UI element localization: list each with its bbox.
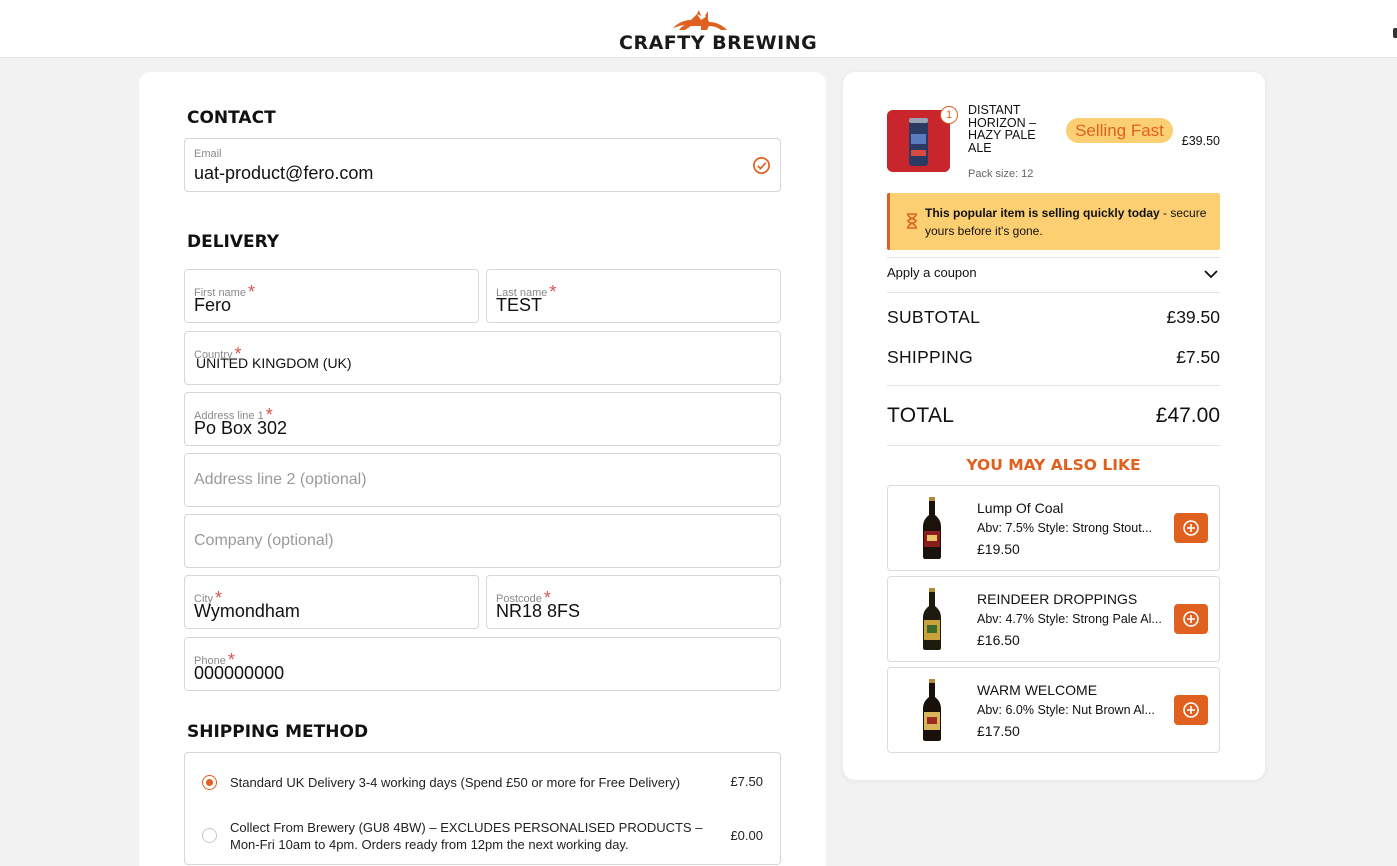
shipping-options: Standard UK Delivery 3-4 working days (S… [184, 752, 781, 865]
coupon-label: Apply a coupon [887, 265, 977, 280]
company-placeholder: Company (optional) [194, 532, 334, 549]
cart-item-pack-size: Pack size: 12 [968, 168, 1034, 180]
summary-divider [887, 385, 1220, 386]
address-line1-value: Po Box 302 [194, 418, 288, 438]
email-label: Email [194, 148, 222, 160]
email-value: uat-product@fero.com [194, 163, 374, 183]
recommendations-title: YOU MAY ALSO LIKE [966, 456, 1141, 474]
recommendation-description: Abv: 6.0% Style: Nut Brown Al... [977, 703, 1155, 717]
required-mark: * [549, 282, 557, 302]
apply-coupon-toggle[interactable]: Apply a coupon [887, 257, 1220, 293]
total-value: £47.00 [1155, 404, 1220, 427]
recommendation-price: £17.50 [977, 723, 1020, 739]
add-to-cart-button[interactable] [1174, 695, 1208, 725]
total-label: TOTAL [887, 404, 955, 427]
country-select[interactable]: Country * UNITED KINGDOM (UK) [184, 331, 781, 385]
address-line2-placeholder: Address line 2 (optional) [194, 471, 367, 488]
phone-value: 000000000 [194, 663, 285, 683]
checkout-form-card: CONTACT Email uat-product@fero.com DELIV… [139, 72, 826, 866]
last-name-field[interactable]: Last name * TEST [486, 269, 781, 323]
shipping-option-collect-label[interactable]: Collect From Brewery (GU8 4BW) – EXCLUDE… [230, 819, 725, 853]
shipping-option-standard-label[interactable]: Standard UK Delivery 3-4 working days (S… [230, 774, 700, 791]
required-mark: * [247, 282, 255, 302]
subtotal-label: SUBTOTAL [887, 307, 981, 327]
shipping-option-collect-radio[interactable] [202, 828, 217, 843]
address-line2-field[interactable]: Address line 2 (optional) [184, 453, 781, 507]
plus-circle-icon [1183, 702, 1199, 718]
company-field[interactable]: Company (optional) [184, 514, 781, 568]
recommendation-name[interactable]: Lump Of Coal [977, 500, 1063, 516]
postcode-value: NR18 8FS [496, 601, 581, 621]
hourglass-icon [907, 213, 917, 229]
beer-bottle-icon [923, 588, 941, 650]
beer-bottle-icon [923, 679, 941, 741]
first-name-field[interactable]: First name * Fero [184, 269, 479, 323]
order-summary-card: 1 DISTANT HORIZON – HAZY PALE ALE Pack s… [843, 72, 1265, 780]
last-name-value: TEST [496, 295, 543, 315]
shipping-value: £7.50 [1176, 347, 1220, 367]
country-value: UNITED KINGDOM (UK) [196, 355, 352, 371]
recommendation-price: £16.50 [977, 632, 1020, 648]
alert-bold-text: This popular item is selling quickly tod… [925, 206, 1160, 220]
recommendation-name[interactable]: REINDEER DROPPINGS [977, 591, 1137, 607]
contact-title: CONTACT [187, 108, 276, 128]
plus-circle-icon [1183, 611, 1199, 627]
recommendation-item[interactable]: REINDEER DROPPINGS Abv: 4.7% Style: Stro… [887, 576, 1220, 662]
beer-bottle-icon [923, 497, 941, 559]
shipping-method-title: SHIPPING METHOD [187, 722, 369, 742]
postcode-field[interactable]: Postcode * NR18 8FS [486, 575, 781, 629]
recommendation-item[interactable]: Lump Of Coal Abv: 7.5% Style: Strong Sto… [887, 485, 1220, 571]
shipping-label: SHIPPING [887, 347, 974, 367]
quantity-badge: 1 [940, 106, 958, 124]
first-name-value: Fero [194, 295, 232, 315]
cart-item-price: £39.50 [1181, 134, 1220, 148]
city-value: Wymondham [194, 601, 300, 621]
email-field[interactable]: Email uat-product@fero.com [184, 138, 781, 192]
brand-name: CRAFTY BREWING [619, 32, 818, 54]
brand-logo[interactable]: CRAFTY BREWING [619, 8, 817, 54]
shipping-option-standard-price: £7.50 [730, 774, 763, 789]
fox-icon [673, 10, 727, 30]
add-to-cart-button[interactable] [1174, 513, 1208, 543]
alert-text: This popular item is selling quickly tod… [925, 204, 1215, 240]
address-line1-field[interactable]: Address line 1 * Po Box 302 [184, 392, 781, 446]
summary-divider [887, 445, 1220, 446]
shipping-option-collect-price: £0.00 [730, 828, 763, 843]
phone-field[interactable]: Phone * 000000000 [184, 637, 781, 691]
selling-quickly-alert: This popular item is selling quickly tod… [887, 193, 1220, 250]
recommendation-name[interactable]: WARM WELCOME [977, 682, 1097, 698]
scroll-edge-indicator [1393, 28, 1397, 38]
valid-check-icon [753, 157, 770, 174]
recommendation-description: Abv: 4.7% Style: Strong Pale Al... [977, 612, 1162, 626]
add-to-cart-button[interactable] [1174, 604, 1208, 634]
recommendation-price: £19.50 [977, 541, 1020, 557]
plus-circle-icon [1183, 520, 1199, 536]
shipping-option-standard-radio[interactable] [202, 775, 217, 790]
header-bar: CRAFTY BREWING [0, 0, 1397, 58]
subtotal-value: £39.50 [1166, 307, 1220, 327]
delivery-title: DELIVERY [187, 232, 280, 252]
cart-item-name: DISTANT HORIZON – HAZY PALE ALE [968, 103, 1037, 155]
city-field[interactable]: City * Wymondham [184, 575, 479, 629]
recommendation-item[interactable]: WARM WELCOME Abv: 6.0% Style: Nut Brown … [887, 667, 1220, 753]
selling-fast-badge: Selling Fast [1066, 118, 1173, 143]
chevron-down-icon [1204, 270, 1218, 279]
recommendation-description: Abv: 7.5% Style: Strong Stout... [977, 521, 1153, 535]
